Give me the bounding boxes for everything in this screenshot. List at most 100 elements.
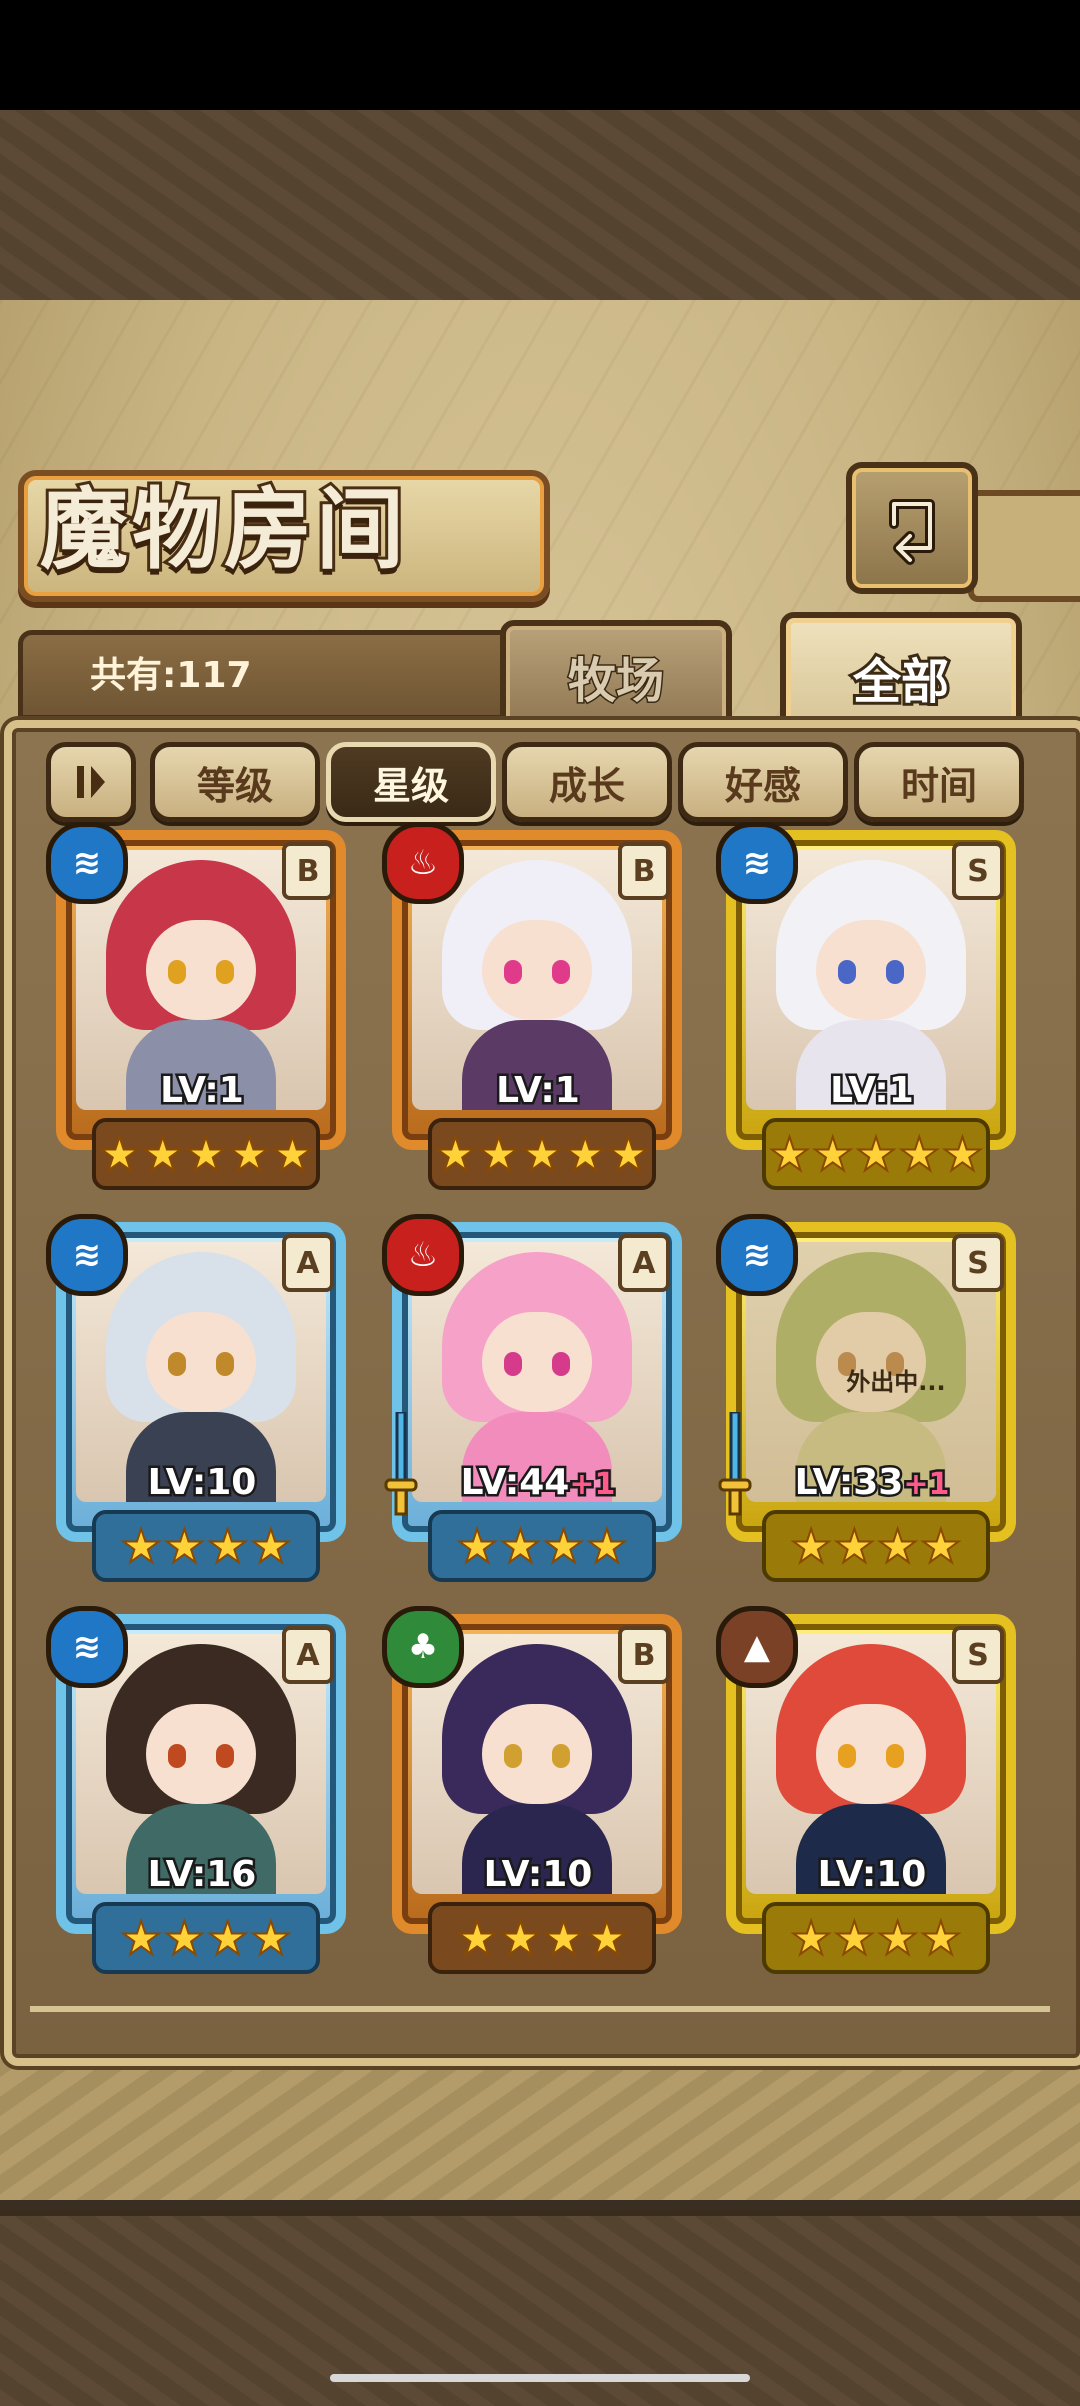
level-label: LV:16 [52, 1852, 352, 1898]
star-icon: ★ [477, 1127, 520, 1181]
level-label: LV:33+1 [722, 1460, 1022, 1506]
portrait-eye [838, 1744, 856, 1768]
monster-card[interactable]: ≋ A LV:10 ★ ★ ★ ★ [46, 1214, 352, 1582]
star-rating: ★ ★ ★ ★ ★ [428, 1118, 656, 1190]
star-icon: ★ [564, 1127, 607, 1181]
portrait-eye [838, 960, 856, 984]
monster-card[interactable]: ≋ A LV:16 ★ ★ ★ ★ [46, 1606, 352, 1974]
star-icon: ★ [542, 1911, 585, 1965]
portrait-eye [504, 1352, 522, 1376]
rank-badge: B [618, 842, 670, 900]
sort-affection-button[interactable]: 好感 [678, 742, 848, 822]
portrait-face [482, 1312, 592, 1412]
back-button[interactable] [846, 462, 978, 594]
rank-badge: S [952, 1234, 1004, 1292]
star-icon: ★ [520, 1127, 563, 1181]
sort-star-button[interactable]: 星级 [326, 742, 496, 822]
return-arrow-icon [889, 499, 935, 565]
portrait-face [482, 1704, 592, 1804]
monster-card[interactable]: 外出中... ≋ S LV:33+1 ★ ★ ★ ★ [716, 1214, 1022, 1582]
rank-badge: B [282, 842, 334, 900]
star-icon: ★ [499, 1911, 542, 1965]
sort-toggle-icon [77, 766, 105, 798]
star-icon: ★ [184, 1127, 227, 1181]
sort-level-button[interactable]: 等级 [150, 742, 320, 822]
portrait-eye [216, 1352, 234, 1376]
star-icon: ★ [119, 1911, 162, 1965]
total-count: 共有:117 [90, 655, 252, 696]
water-element-icon: ≋ [46, 1214, 128, 1296]
portrait-eye [552, 1352, 570, 1376]
sort-growth-button[interactable]: 成长 [502, 742, 672, 822]
water-element-icon: ≋ [716, 1214, 798, 1296]
map-background-top [0, 110, 1080, 306]
portrait-eye [216, 1744, 234, 1768]
portrait-face [482, 920, 592, 1020]
portrait-eye [504, 1744, 522, 1768]
portrait-face [146, 920, 256, 1020]
monster-card[interactable]: ≋ S LV:1 ★ ★ ★ ★ ★ [716, 822, 1022, 1190]
level-value: LV:10 [145, 1460, 259, 1506]
level-label: LV:1 [722, 1068, 1022, 1114]
star-icon: ★ [919, 1911, 962, 1965]
star-rating: ★ ★ ★ ★ [428, 1902, 656, 1974]
level-label: LV:1 [52, 1068, 352, 1114]
portrait-face [816, 1704, 926, 1804]
portrait-eye [504, 960, 522, 984]
tab-ranch[interactable]: 牧场 [500, 620, 732, 732]
star-icon: ★ [607, 1127, 650, 1181]
star-rating: ★ ★ ★ ★ ★ [92, 1118, 320, 1190]
star-icon: ★ [876, 1911, 919, 1965]
star-icon: ★ [941, 1127, 984, 1181]
star-rating: ★ ★ ★ ★ [92, 1510, 320, 1582]
back-button-rail [968, 490, 1080, 602]
level-label: LV:1 [388, 1068, 688, 1114]
monster-card[interactable]: ♨ B LV:1 ★ ★ ★ ★ ★ [382, 822, 688, 1190]
monster-card[interactable]: ≋ B LV:1 ★ ★ ★ ★ ★ [46, 822, 352, 1190]
level-label: LV:10 [722, 1852, 1022, 1898]
water-element-icon: ≋ [46, 822, 128, 904]
water-element-icon: ≋ [716, 822, 798, 904]
level-value: LV:1 [158, 1068, 247, 1114]
page-title: 魔物房间 [37, 475, 409, 584]
star-icon: ★ [542, 1519, 585, 1573]
star-icon: ★ [854, 1127, 897, 1181]
star-icon: ★ [499, 1519, 542, 1573]
portrait-eye [886, 960, 904, 984]
star-icon: ★ [455, 1519, 498, 1573]
sort-time-button[interactable]: 时间 [854, 742, 1024, 822]
star-icon: ★ [271, 1127, 314, 1181]
level-label: LV:44+1 [388, 1460, 688, 1506]
portrait-face [146, 1704, 256, 1804]
star-icon: ★ [98, 1127, 141, 1181]
star-icon: ★ [789, 1519, 832, 1573]
level-value: LV:10 [815, 1852, 929, 1898]
status-bar [0, 0, 1080, 110]
star-icon: ★ [249, 1519, 292, 1573]
home-gesture-bar[interactable] [330, 2374, 750, 2382]
star-rating: ★ ★ ★ ★ [762, 1510, 990, 1582]
star-icon: ★ [833, 1519, 876, 1573]
star-icon: ★ [789, 1911, 832, 1965]
parchment-bottom-border [0, 2060, 1080, 2200]
rank-badge: B [618, 1626, 670, 1684]
star-icon: ★ [585, 1911, 628, 1965]
star-icon: ★ [434, 1127, 477, 1181]
monster-card[interactable]: ♨ A LV:44+1 ★ ★ ★ ★ [382, 1214, 688, 1582]
level-value: LV:33 [792, 1460, 906, 1506]
monster-card[interactable]: ♣ B LV:10 ★ ★ ★ ★ [382, 1606, 688, 1974]
star-icon: ★ [228, 1127, 271, 1181]
sort-order-toggle[interactable] [46, 742, 136, 822]
star-icon: ★ [811, 1127, 854, 1181]
portrait-eye [552, 1744, 570, 1768]
portrait-eye [216, 960, 234, 984]
monster-card[interactable]: ▲ S LV:10 ★ ★ ★ ★ [716, 1606, 1022, 1974]
away-status: 外出中... [846, 1368, 946, 1396]
level-label: LV:10 [388, 1852, 688, 1898]
level-bonus: +1 [901, 1465, 952, 1505]
star-icon: ★ [833, 1911, 876, 1965]
star-icon: ★ [119, 1519, 162, 1573]
star-icon: ★ [585, 1519, 628, 1573]
earth-element-icon: ▲ [716, 1606, 798, 1688]
star-rating: ★ ★ ★ ★ [92, 1902, 320, 1974]
